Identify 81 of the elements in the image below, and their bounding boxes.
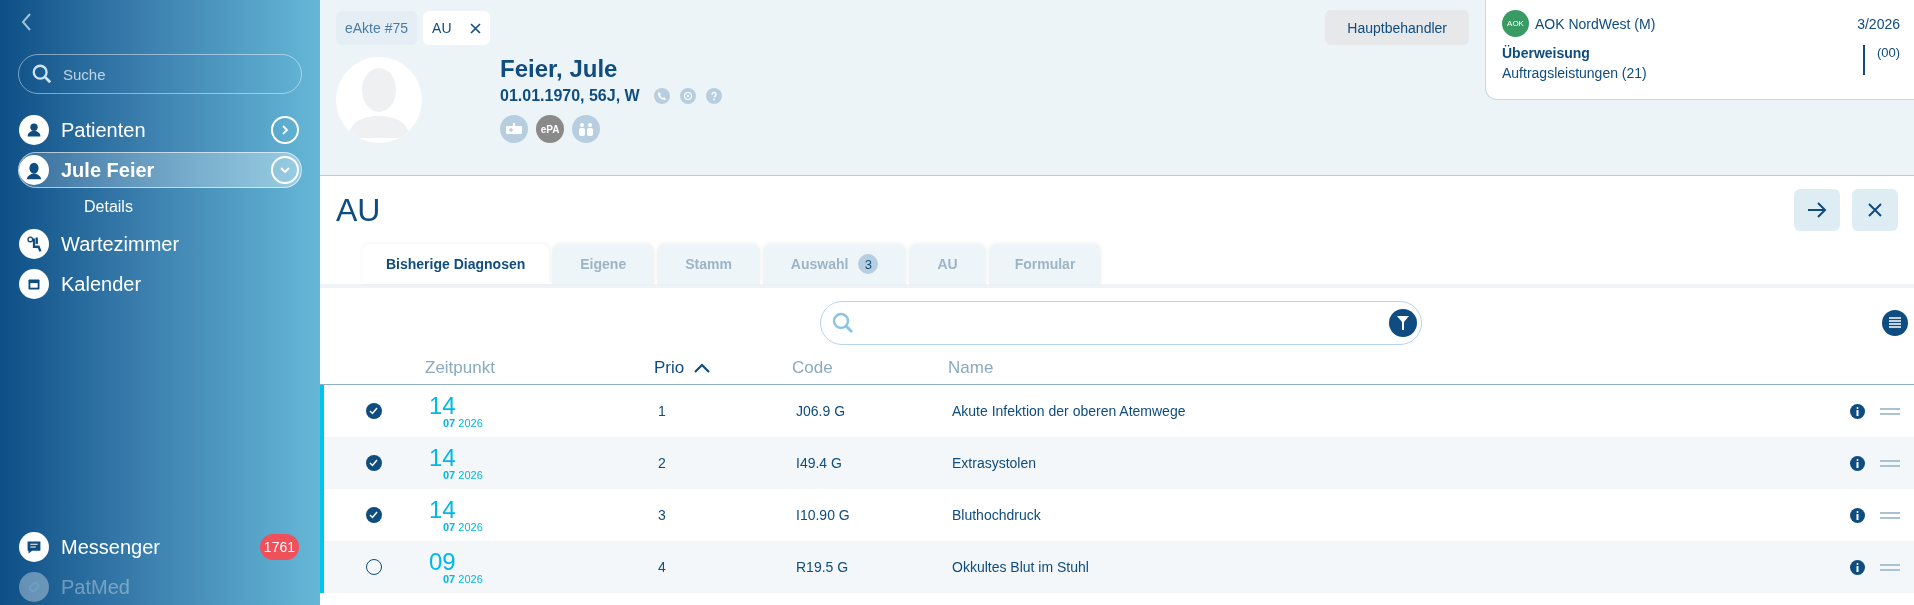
date-day: 14 [429,445,658,470]
main-practitioner-button[interactable]: Hauptbehandler [1325,10,1469,45]
column-header[interactable]: Prio [654,358,792,378]
list-view-button[interactable] [1882,310,1908,336]
drag-handle[interactable] [1880,459,1900,467]
date-day: 14 [429,393,658,418]
calendar-icon [19,269,49,299]
info-icon[interactable] [1850,559,1865,575]
row-checkbox[interactable] [365,455,382,471]
search-input[interactable]: Suche [61,64,289,84]
row-checkbox[interactable] [365,403,382,419]
date-month-year: 07 2026 [442,469,484,481]
count-badge: 3 [858,254,879,274]
close-button[interactable] [1852,189,1898,231]
nav-item[interactable]: Messenger 1761 [18,529,302,565]
list-icon [1888,316,1902,330]
info-icon[interactable] [1850,455,1865,471]
drag-handle[interactable] [1880,563,1900,571]
patient-details: 01.01.1970, 56J, W [500,87,640,105]
table-cell-text: I10.90 G [796,507,851,523]
insurer-logo: AOK [1502,10,1529,37]
column-header[interactable]: Name [948,358,1850,378]
table-cell-text: R19.5 G [796,559,850,575]
seat-icon [19,229,49,259]
forward-button[interactable] [1794,189,1840,231]
referral-subtitle: Auftragsleistungen (21) [1502,65,1648,81]
close-icon [1867,202,1883,218]
tab[interactable]: Bisherige Diagnosen [362,244,550,284]
filter-button[interactable] [1389,309,1417,337]
count-badge: 1761 [259,534,299,560]
epa-badge[interactable]: ePA [536,115,564,143]
info-icon[interactable] [1850,403,1865,419]
info-icon[interactable] [1850,507,1865,523]
drag-handle[interactable] [1880,407,1900,415]
person-icon [19,115,49,145]
table-cell-text: Extrasystolen [952,455,1038,471]
table-cell-text: 3 [658,507,667,523]
date-day: 14 [429,497,658,522]
table-cell-text: Akute Infektion der oberen Atemwege [952,403,1187,419]
date-month-year: 07 2026 [442,573,484,585]
chevron-icon[interactable] [271,116,299,144]
close-icon[interactable] [469,22,481,34]
column-header[interactable]: Zeitpunkt [425,358,654,378]
page-title: AU [336,191,382,229]
table-cell-text: J06.9 G [796,403,847,419]
date-day: 09 [429,549,658,574]
document-tab[interactable]: eAkte #75 [336,11,418,45]
table-cell-text: 1 [658,403,667,419]
checkmark-icon [369,511,378,519]
column-header[interactable]: Code [792,358,948,378]
table-cell-text: Okkultes Blut im Stuhl [952,559,1090,575]
arrow-right-icon [1807,202,1827,218]
checkmark-icon [369,459,378,467]
date-month-year: 07 2026 [442,417,484,429]
search-icon [31,63,53,85]
checkmark-icon [369,407,378,415]
patient-name: Feier, Jule [500,55,619,83]
table-cell-text: Bluthochdruck [952,507,1042,523]
table-cell-text: 2 [658,455,667,471]
sort-ascending-icon [694,363,711,373]
chat-icon [19,532,49,562]
referral-type: Überweisung [1502,45,1591,61]
pill-icon [19,572,49,602]
referral-code: (00) [1862,45,1900,75]
search-icon [831,311,855,335]
nav-item[interactable]: Patienten [18,112,302,148]
nav-item[interactable]: Jule Feier [18,152,302,188]
document-tab[interactable]: AU [423,11,490,45]
tab[interactable]: Auswahl 3 [762,244,907,284]
filter-icon [1396,315,1410,331]
table-cell-text: 4 [658,559,667,575]
nav-item[interactable]: Kalender [18,266,302,302]
nav-subitem[interactable]: Details [18,192,302,222]
quarter-label: 3/2026 [1857,15,1900,32]
insurer-name: AOK NordWest (M) [1535,15,1657,32]
table-cell-text: I49.4 G [796,455,843,471]
drag-handle[interactable] [1880,511,1900,519]
row-checkbox[interactable] [365,507,382,523]
person-icon [19,155,49,185]
date-month-year: 07 2026 [442,521,484,533]
nav-item[interactable]: Wartezimmer [18,226,302,262]
